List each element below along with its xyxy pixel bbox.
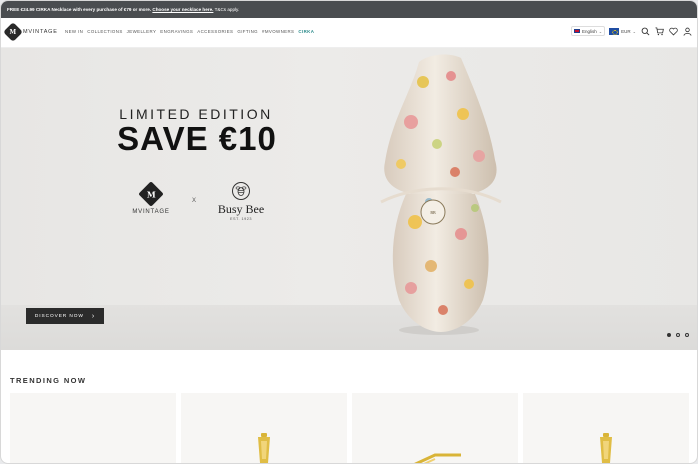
mvintage-brand-logo: M MVINTAGE <box>125 181 177 215</box>
discover-now-button[interactable]: DISCOVER NOW › <box>26 308 104 324</box>
busy-bee-brand-logo: Busy Bee EST. 1923 <box>211 182 271 221</box>
trending-heading: TRENDING NOW <box>10 376 87 385</box>
gold-pendant-image <box>258 433 270 463</box>
announcement-suffix: T&Cs apply. <box>214 7 240 12</box>
main-menu: NEW IN COLLECTIONS JEWELLERY ENGRAVINGS … <box>65 29 314 34</box>
svg-text:BB: BB <box>430 210 436 215</box>
language-selector[interactable]: English ⌄ <box>571 26 606 36</box>
currency-selector[interactable]: EUR ⌄ <box>609 27 636 35</box>
cart-icon[interactable] <box>654 26 664 36</box>
menu-item-engravings[interactable]: ENGRAVINGS <box>160 29 193 34</box>
menu-item-new-in[interactable]: NEW IN <box>65 29 83 34</box>
chevron-down-icon: ⌄ <box>598 28 603 34</box>
logo-mark-icon: M <box>3 22 23 42</box>
currency-label: EUR <box>621 28 631 34</box>
menu-item-jewellery[interactable]: JEWELLERY <box>127 29 157 34</box>
mvintage-brand-text: MVINTAGE <box>132 209 170 215</box>
search-icon[interactable] <box>640 26 650 36</box>
gold-bracelet-image <box>414 453 461 463</box>
hero-floor <box>1 305 697 350</box>
menu-item-mvowners[interactable]: #MVOWNERS <box>262 29 294 34</box>
wishlist-heart-icon[interactable] <box>668 26 678 36</box>
product-card[interactable] <box>181 393 347 463</box>
slider-dot[interactable] <box>685 333 689 337</box>
slider-dots <box>667 333 689 337</box>
bee-icon <box>232 182 250 200</box>
collab-cross: X <box>192 198 197 204</box>
discover-now-label: DISCOVER NOW <box>34 313 84 319</box>
menu-item-accessories[interactable]: ACCESSORIES <box>197 29 233 34</box>
language-label: English <box>582 28 597 34</box>
chevron-down-icon: ⌄ <box>632 28 636 34</box>
chevron-right-icon: › <box>91 312 96 320</box>
slider-dot[interactable] <box>667 333 671 337</box>
browser-frame: FREE €24.99 CIRKA Necklace with every pu… <box>0 0 698 464</box>
busy-bee-name: Busy Bee <box>217 202 265 216</box>
mvintage-mark-icon: M <box>138 181 164 207</box>
product-card[interactable] <box>352 393 518 463</box>
busy-bee-est: EST. 1923 <box>229 217 253 221</box>
main-navbar: M MVINTAGE NEW IN COLLECTIONS JEWELLERY … <box>1 18 697 48</box>
header-tools: English ⌄ EUR ⌄ <box>571 26 692 36</box>
logo-text: MVINTAGE <box>23 29 58 35</box>
hero-title: SAVE €10 <box>117 120 277 157</box>
announcement-link[interactable]: Choose your necklace here. <box>152 7 213 12</box>
site-logo[interactable]: M MVINTAGE <box>3 22 58 42</box>
gold-pendant-image <box>600 433 612 463</box>
announcement-bar: FREE €24.99 CIRKA Necklace with every pu… <box>1 1 697 18</box>
trending-products-grid <box>10 393 689 463</box>
menu-item-cirka[interactable]: CIRKA <box>298 29 314 34</box>
wrapped-easter-egg-image: BB <box>380 54 502 335</box>
account-user-icon[interactable] <box>682 26 692 36</box>
eu-flag-icon <box>609 27 620 35</box>
menu-item-collections[interactable]: COLLECTIONS <box>87 29 122 34</box>
product-card[interactable] <box>10 393 176 463</box>
product-card[interactable] <box>523 393 689 463</box>
slider-dot[interactable] <box>676 333 680 337</box>
menu-item-gifting[interactable]: GIFTING <box>237 29 258 34</box>
announcement-text: FREE €24.99 CIRKA Necklace with every pu… <box>7 7 152 12</box>
uk-flag-icon <box>574 29 580 33</box>
hero-banner[interactable]: LIMITED EDITION SAVE €10 M MVINTAGE X Bu… <box>1 48 697 350</box>
